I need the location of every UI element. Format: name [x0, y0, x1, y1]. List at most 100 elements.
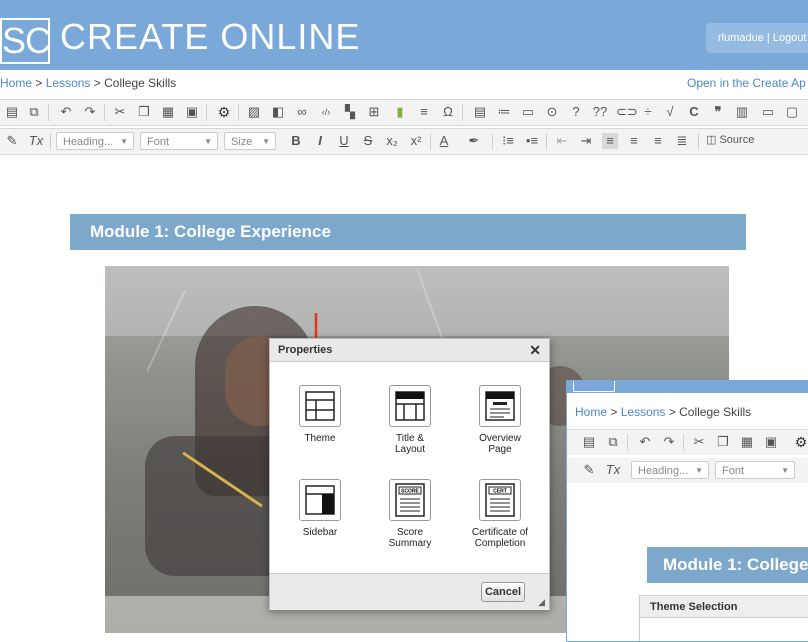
breadcrumb-home[interactable]: Home: [0, 76, 32, 90]
option-theme[interactable]: Theme: [280, 385, 360, 444]
clear-format-icon[interactable]: Tx: [28, 133, 44, 149]
close-icon[interactable]: ✕: [529, 339, 541, 361]
source-icon[interactable]: ▤: [472, 104, 488, 120]
strike-icon[interactable]: S: [360, 133, 376, 149]
resize-handle-icon[interactable]: ◢: [538, 597, 545, 608]
copy-icon[interactable]: ❐: [136, 104, 152, 120]
open-in-app-link[interactable]: Open in the Create Ap: [687, 76, 806, 90]
brush-icon[interactable]: ✎: [581, 462, 597, 478]
justify-icon[interactable]: ≣: [674, 133, 690, 149]
paste-text-icon[interactable]: ▣: [763, 434, 779, 450]
overview-page-icon: [479, 385, 521, 427]
overlay-font-combo-value: Font: [722, 465, 745, 477]
chain-icon[interactable]: ⊂⊃: [616, 104, 638, 120]
flash-icon[interactable]: ◧: [270, 104, 286, 120]
overlay-heading-combo-value: Heading...: [638, 465, 689, 477]
underline-icon[interactable]: U: [336, 133, 352, 149]
option-label: Score: [396, 527, 424, 538]
question-icon[interactable]: ?: [568, 104, 584, 120]
username-link[interactable]: rlumadue: [718, 32, 764, 44]
breadcrumb-separator: >: [93, 76, 101, 90]
align-center-icon[interactable]: ≡: [626, 133, 642, 149]
brush-icon[interactable]: ✎: [4, 133, 20, 149]
save-icon[interactable]: ▤: [581, 434, 597, 450]
link-icon[interactable]: ∞: [294, 104, 310, 120]
window-icon[interactable]: ▢: [784, 104, 800, 120]
title-layout-icon: [389, 385, 431, 427]
cut-icon[interactable]: ✂: [112, 104, 128, 120]
paste-text-icon[interactable]: ▣: [184, 104, 200, 120]
omega-icon[interactable]: Ω: [440, 104, 456, 120]
font-combo[interactable]: Font ▼: [140, 132, 218, 150]
bold-icon[interactable]: B: [288, 133, 304, 149]
editor-toolbar-row-2: ✎ Tx Heading... ▼ Font ▼ Size ▼ B I U S x₂ …: [0, 128, 808, 155]
glossary-icon[interactable]: ▥: [734, 104, 750, 120]
form-icon[interactable]: ▭: [520, 104, 536, 120]
font-combo-value: Font: [147, 136, 170, 148]
paste-icon[interactable]: ▦: [739, 434, 755, 450]
indent-icon[interactable]: ⇥: [578, 133, 594, 149]
bulleted-list-icon[interactable]: •≡: [524, 133, 540, 149]
redo-icon[interactable]: ↷: [661, 434, 677, 450]
dialog-footer: Cancel ◢: [270, 573, 549, 610]
size-combo[interactable]: Size ▼: [224, 132, 276, 150]
highlight-icon[interactable]: ✒: [466, 133, 482, 149]
preview-icon[interactable]: ⧉: [605, 434, 621, 450]
fraction-icon[interactable]: ÷: [640, 104, 656, 120]
copy-icon[interactable]: ❐: [715, 434, 731, 450]
redo-icon[interactable]: ↷: [82, 104, 98, 120]
align-right-icon[interactable]: ≡: [650, 133, 666, 149]
text-color-icon[interactable]: A: [436, 133, 452, 149]
breadcrumb-lessons[interactable]: Lessons: [46, 76, 91, 90]
heading-combo[interactable]: Heading... ▼: [56, 132, 134, 150]
book-icon[interactable]: ▮: [392, 104, 408, 120]
sqrt-icon[interactable]: √: [662, 104, 678, 120]
undo-icon[interactable]: ↶: [58, 104, 74, 120]
quote-icon[interactable]: ❞: [710, 104, 726, 120]
option-score-summary[interactable]: SCORE Score Summary: [370, 479, 450, 549]
option-label: Certificate of: [471, 527, 529, 538]
paste-icon[interactable]: ▦: [160, 104, 176, 120]
c-icon[interactable]: C: [686, 104, 702, 120]
option-title-layout[interactable]: Title & Layout: [370, 385, 450, 455]
cut-icon[interactable]: ✂: [691, 434, 707, 450]
frame-icon[interactable]: ▭: [760, 104, 776, 120]
toolbar-divider: [206, 104, 207, 121]
option-label-line2: Layout: [394, 444, 426, 455]
undo-icon[interactable]: ↶: [637, 434, 653, 450]
play-icon[interactable]: ⊙: [544, 104, 560, 120]
overlay-breadcrumb-lessons[interactable]: Lessons: [621, 405, 666, 419]
clear-format-icon[interactable]: Tx: [605, 462, 621, 478]
logout-link[interactable]: Logout: [773, 32, 807, 44]
overlay-breadcrumb-home[interactable]: Home: [575, 405, 607, 419]
blocks-icon[interactable]: ▚: [342, 104, 358, 120]
option-sidebar[interactable]: Sidebar: [280, 479, 360, 538]
double-question-icon[interactable]: ??: [592, 104, 608, 120]
list-icon[interactable]: ≔: [496, 104, 512, 120]
table-icon[interactable]: ⊞: [366, 104, 382, 120]
gear-icon[interactable]: ⚙: [793, 434, 808, 450]
code-icon[interactable]: ‹/›: [318, 104, 334, 120]
align-left-icon[interactable]: ≡: [602, 133, 618, 149]
preview-icon[interactable]: ⧉: [26, 104, 42, 120]
source-button[interactable]: ◫ Source: [706, 133, 754, 146]
certificate-icon: CERT: [479, 479, 521, 521]
overlay-breadcrumb-current: College Skills: [679, 405, 752, 419]
cancel-button[interactable]: Cancel: [481, 582, 525, 602]
app-logo[interactable]: SC: [0, 18, 51, 64]
option-certificate-of-completion[interactable]: CERT Certificate of Completion: [460, 479, 540, 549]
subscript-icon[interactable]: x₂: [384, 133, 400, 149]
superscript-icon[interactable]: x²: [408, 133, 424, 149]
numbered-list-icon[interactable]: ⁝≡: [500, 133, 516, 149]
italic-icon[interactable]: I: [312, 133, 328, 149]
option-label: Sidebar: [302, 527, 338, 538]
outdent-icon[interactable]: ⇤: [554, 133, 570, 149]
align-icon[interactable]: ≡: [416, 104, 432, 120]
gear-icon[interactable]: ⚙: [216, 104, 232, 120]
module-title: Module 1: College Experience: [90, 222, 331, 241]
overlay-font-combo[interactable]: Font ▼: [715, 461, 795, 479]
image-icon[interactable]: ▨: [246, 104, 262, 120]
save-icon[interactable]: ▤: [4, 104, 20, 120]
overlay-heading-combo[interactable]: Heading... ▼: [631, 461, 709, 479]
option-overview-page[interactable]: Overview Page: [460, 385, 540, 455]
